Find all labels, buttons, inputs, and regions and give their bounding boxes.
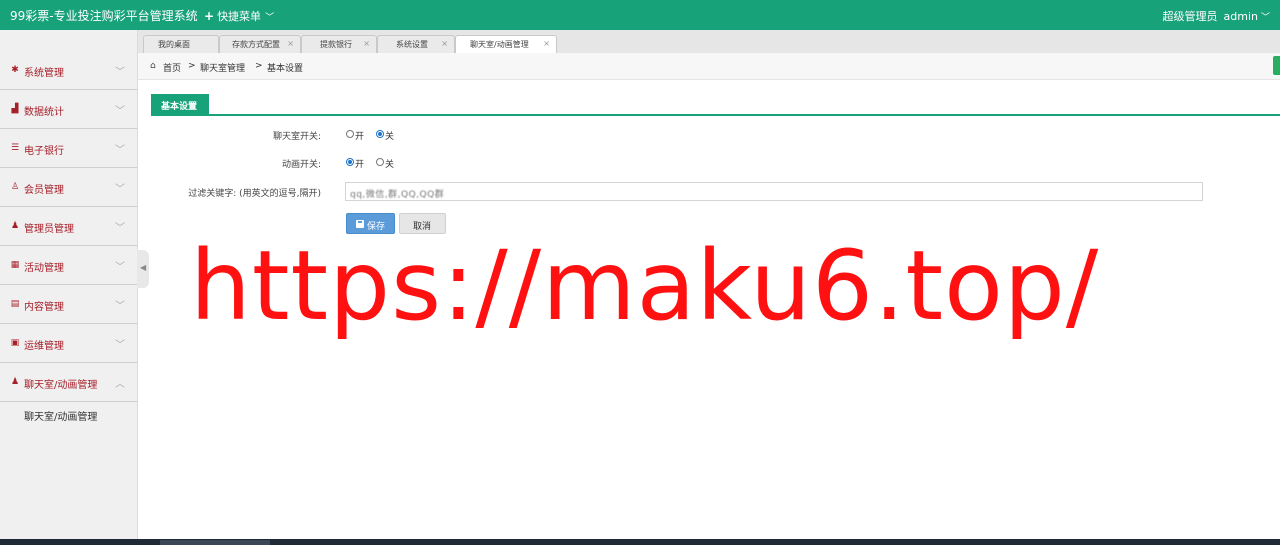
tab-desktop[interactable]: 我的桌面 [143,35,219,53]
breadcrumb-home[interactable]: 首页 [163,61,181,74]
section-title-tab: 基本设置 [151,94,209,114]
close-icon[interactable]: × [441,39,448,48]
sidebar-item-label: 会员管理 [24,185,64,196]
chevron-down-icon: ﹀ [1260,13,1270,23]
sidebar-item-label: 活动管理 [24,263,64,274]
sidebar-item-activities[interactable]: ▦ 活动管理 ﹀ [0,247,137,285]
chat-user-icon: ♟ [10,377,20,387]
breadcrumb: ⌂ 首页 > 聊天室管理 > 基本设置 [138,53,1280,80]
gear-icon: ✱ [11,65,19,75]
chat-switch-off-label[interactable]: 关 [385,129,394,142]
calendar-icon: ▦ [10,260,20,270]
sidebar-item-admins[interactable]: ♟ 管理员管理 ﹀ [0,208,137,246]
anim-switch-off-radio[interactable] [376,158,384,166]
anim-switch-on-label[interactable]: 开 [355,157,364,170]
chevron-down-icon: ﹀ [115,223,125,234]
tab-chat-anim[interactable]: 聊天室/动画管理 × [455,35,557,54]
tab-label: 我的桌面 [158,40,190,49]
sidebar-item-ops[interactable]: ▣ 运维管理 ﹀ [0,325,137,363]
list-icon: ☰ [10,143,20,153]
sidebar-item-members[interactable]: ♙ 会员管理 ﹀ [0,169,137,207]
home-icon: ⌂ [150,61,156,71]
chevron-down-icon: ﹀ [265,13,275,23]
chevron-down-icon: ﹀ [115,67,125,78]
sidebar-subitem-chat-anim[interactable]: 聊天室/动画管理 [24,408,97,423]
ops-icon: ▣ [10,338,20,348]
user-area: 超级管理员 admin ﹀ [1163,8,1270,24]
sidebar-item-label: 管理员管理 [24,224,74,235]
chevron-down-icon: ﹀ [115,145,125,156]
tab-deposit-config[interactable]: 存款方式配置 × [219,35,301,53]
sidebar-item-content[interactable]: ▤ 内容管理 ﹀ [0,286,137,324]
anim-switch-off-label[interactable]: 关 [385,157,394,170]
sidebar-item-ebank[interactable]: ☰ 电子银行 ﹀ [0,130,137,168]
plus-icon: + [204,9,215,23]
tab-label: 系统设置 [396,40,428,49]
tab-withdraw-bank[interactable]: 提款银行 × [301,35,377,53]
breadcrumb-separator: > [255,61,263,71]
tab-label: 存款方式配置 [232,40,280,49]
tab-bar: 我的桌面 存款方式配置 × 提款银行 × 系统设置 × 聊天室/动画管理 × [137,30,1280,54]
content-icon: ▤ [10,299,20,309]
top-header-bar: 99彩票-专业投注购彩平台管理系统 + 快捷菜单 ﹀ 超级管理员 admin ﹀ [0,0,1280,30]
chat-switch-on-label[interactable]: 开 [355,129,364,142]
chat-switch-off-radio[interactable] [376,130,384,138]
chevron-down-icon: ﹀ [115,340,125,351]
username: admin [1223,10,1258,23]
anim-switch-label: 动画开关: [281,160,321,170]
user-menu-button[interactable]: admin ﹀ [1224,10,1270,23]
breadcrumb-separator: > [188,61,196,71]
chevron-down-icon: ﹀ [115,262,125,273]
save-icon [356,220,364,228]
keyword-filter-value: qq,微信,群,QQ,QQ群 [350,190,445,200]
chat-switch-on-radio[interactable] [346,130,354,138]
os-taskbar [0,539,1280,545]
quick-menu-label: 快捷菜单 [217,10,262,23]
close-icon[interactable]: × [287,39,294,48]
breadcrumb-current: 基本设置 [267,64,304,74]
close-icon[interactable]: × [363,39,370,48]
role-label: 超级管理员 [1162,10,1218,23]
tab-label: 提款银行 [320,40,352,49]
tab-system-settings[interactable]: 系统设置 × [377,35,455,53]
keyword-filter-input[interactable]: qq,微信,群,QQ,QQ群 [345,182,1203,201]
sidebar-item-label: 系统管理 [24,68,64,79]
sidebar: ✱ 系统管理 ﹀ ▟ 数据统计 ﹀ ☰ 电子银行 ﹀ ♙ 会员管理 ﹀ ♟ 管理… [0,30,138,539]
chat-switch-label: 聊天室开关: [272,132,321,142]
chart-icon: ▟ [11,104,19,114]
chevron-down-icon: ﹀ [115,106,125,117]
chevron-down-icon: ﹀ [115,184,125,195]
chevron-left-icon: ◀ [140,263,147,272]
admin-icon: ♟ [10,221,20,231]
close-icon[interactable]: × [543,39,550,48]
sidebar-item-system[interactable]: ✱ 系统管理 ﹀ [0,52,137,90]
anim-switch-on-radio[interactable] [346,158,354,166]
sidebar-item-label: 数据统计 [24,107,64,118]
section-title: 基本设置 [161,102,198,112]
url-watermark: https://maku6.top/ [190,230,1100,342]
sidebar-item-statistics[interactable]: ▟ 数据统计 ﹀ [0,91,137,129]
tab-label: 聊天室/动画管理 [470,40,529,49]
keyword-filter-label: 过滤关键字: (用英文的逗号,隔开) [188,189,321,199]
sidebar-item-chat-anim[interactable]: ♟ 聊天室/动画管理 ︿ [0,364,137,402]
sidebar-collapse-handle[interactable]: ◀ [137,250,149,288]
refresh-button[interactable] [1273,56,1280,75]
breadcrumb-chat-manage[interactable]: 聊天室管理 [200,61,245,74]
taskbar-item[interactable] [160,540,270,545]
chevron-up-icon: ︿ [115,379,125,390]
section-divider [151,114,1280,116]
app-title: 99彩票-专业投注购彩平台管理系统 [10,9,198,23]
chevron-down-icon: ﹀ [115,301,125,312]
sidebar-item-label: 运维管理 [24,341,64,352]
quick-menu-button[interactable]: + 快捷菜单 ﹀ [204,8,274,24]
user-icon: ♙ [10,182,20,192]
sidebar-item-label: 电子银行 [24,146,64,157]
sidebar-item-label: 聊天室/动画管理 [24,380,98,391]
sidebar-item-label: 内容管理 [24,302,64,313]
